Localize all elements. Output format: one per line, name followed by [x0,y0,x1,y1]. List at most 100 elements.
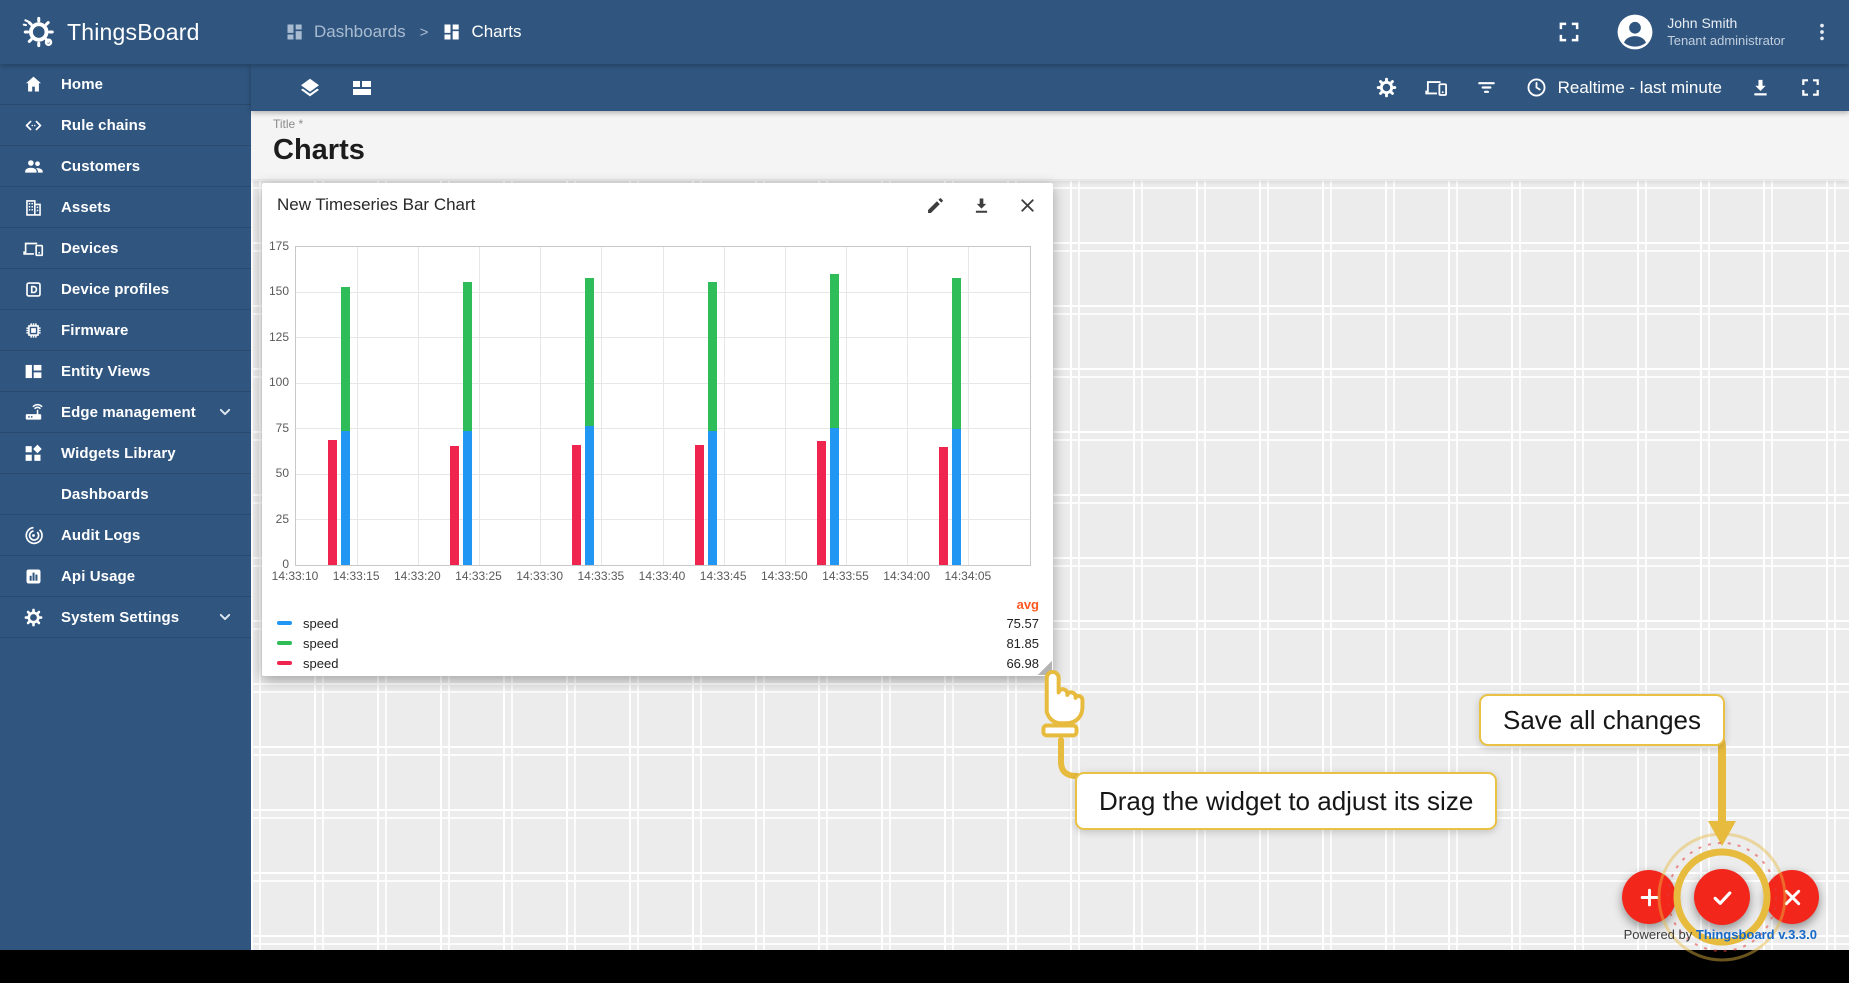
user-info[interactable]: John Smith Tenant administrator [1667,15,1785,49]
add-widget-fab[interactable] [1622,870,1676,924]
sidebar-item-customers[interactable]: Customers [0,146,251,187]
x-gridline [784,247,786,565]
sidebar-item-label: Devices [61,239,119,257]
widget-header: New Timeseries Bar Chart [262,183,1053,227]
y-axis-tick-label: 150 [268,284,289,299]
sidebar-item-api-usage[interactable]: Api Usage [0,556,251,597]
chart-bar [952,428,962,565]
sidebar-item-rule-chains[interactable]: Rule chains [0,105,251,146]
app-title: ThingsBoard [67,18,200,45]
chart-bar [340,287,350,431]
expand-fullscreen-icon[interactable] [1799,76,1822,99]
chart-bar [939,446,949,565]
chart-bar [463,430,473,565]
plus-icon [1636,884,1663,911]
dashboard-icon [285,22,305,42]
breadcrumb-item-dashboards[interactable]: Dashboards [285,22,406,42]
sidebar-item-label: Entity Views [61,362,151,380]
powered-by-text: Powered by [1623,927,1693,942]
cancel-changes-fab[interactable] [1765,870,1819,924]
dashboard-title-input[interactable]: Charts [273,134,1849,167]
thingsboard-logo-icon [20,14,56,50]
entity-aliases-icon[interactable] [1424,76,1448,99]
x-gridline [968,247,970,565]
sidebar-item-dashboards[interactable]: Dashboards [0,474,251,515]
system-settings-icon [23,607,44,628]
timeseries-widget[interactable]: New Timeseries Bar Chart 0 25 50 75 100 125 15… [262,183,1053,676]
sidebar-item-devices[interactable]: Devices [0,228,251,269]
chart-bar [327,439,337,565]
sidebar: Home Rule chains Customers Assets Devices Dev… [0,64,251,950]
fullscreen-icon[interactable] [1556,19,1582,45]
hint-text: Drag the widget to adjust its size [1099,785,1474,816]
x-gridline [846,247,847,565]
widget-download-icon[interactable] [971,195,992,216]
apply-changes-fab[interactable] [1694,869,1750,925]
x-gridline [907,247,909,565]
sidebar-item-audit-logs[interactable]: Audit Logs [0,515,251,556]
legend-row[interactable]: speed 66.98 [277,653,1039,673]
export-download-icon[interactable] [1749,76,1772,99]
chart-bar [340,430,350,565]
sidebar-item-assets[interactable]: Assets [0,187,251,228]
breadcrumb-label: Dashboards [314,22,406,41]
chart-bar [585,277,595,426]
x-gridline [662,247,664,565]
sidebar-item-widgets-library[interactable]: Widgets Library [0,433,251,474]
x-gridline [479,247,480,565]
chart-bar [694,445,704,565]
devices-icon [23,238,44,259]
sidebar-item-system-settings[interactable]: System Settings [0,597,251,638]
sidebar-item-home[interactable]: Home [0,64,251,105]
legend-rows: speed 75.57 speed 81.85 speed 66.98 [277,613,1039,673]
toolbar-left [251,76,374,100]
sidebar-item-label: System Settings [61,608,180,626]
x-axis-tick-label: 14:33:10 [271,569,319,583]
hint-save-all-changes: Save all changes [1479,694,1726,746]
brand-version-link[interactable]: Thingsboard v.3.3.0 [1696,927,1817,942]
chart-bar [463,282,473,431]
sidebar-item-firmware[interactable]: Firmware [0,310,251,351]
legend-avg-header: avg [1016,596,1039,612]
sidebar-item-label: Audit Logs [61,526,141,544]
sidebar-item-entity-views[interactable]: Entity Views [0,351,251,392]
sidebar-item-device-profiles[interactable]: Device profiles [0,269,251,310]
device-profiles-icon [23,279,44,300]
sidebar-item-label: Device profiles [61,280,170,298]
timewindow-label: Realtime - last minute [1557,77,1722,97]
powered-by: Powered by Thingsboard v.3.3.0 [1624,927,1817,942]
x-gridline [723,247,725,565]
sidebar-item-label: Assets [61,198,111,216]
entity-views-icon [23,361,44,382]
layers-icon[interactable] [298,76,322,100]
widget-title: New Timeseries Bar Chart [277,195,476,214]
dashboard-icon [442,22,462,42]
check-icon [1709,884,1736,911]
x-axis-tick-label: 14:33:45 [699,569,747,583]
y-axis-tick-label: 50 [275,466,289,481]
audit-logs-icon [23,525,44,546]
layout-icon[interactable] [350,76,374,100]
legend-row[interactable]: speed 75.57 [277,613,1039,633]
sidebar-item-edge-management[interactable]: Edge management [0,392,251,433]
breadcrumb: Dashboards > Charts [251,22,522,42]
breadcrumb-item-charts[interactable]: Charts [442,22,522,42]
filter-icon[interactable] [1475,76,1498,99]
legend-row[interactable]: speed 81.85 [277,633,1039,653]
y-axis-tick-label: 25 [275,511,289,526]
clock-icon [1525,76,1548,99]
timewindow-button[interactable]: Realtime - last minute [1525,76,1722,99]
home-icon [23,74,44,95]
more-vert-icon[interactable] [1811,21,1833,43]
sidebar-item-label: Edge management [61,403,196,421]
chart-bar [585,426,595,565]
sidebar-item-label: Firmware [61,321,129,339]
assets-icon [23,197,44,218]
edit-pencil-icon[interactable] [925,195,946,216]
chart-plot [295,246,1031,566]
avatar[interactable] [1616,13,1654,51]
chart-bar [830,427,840,565]
legend-header: avg [277,595,1039,613]
widget-close-icon[interactable] [1017,195,1038,216]
settings-gear-icon[interactable] [1375,76,1398,99]
